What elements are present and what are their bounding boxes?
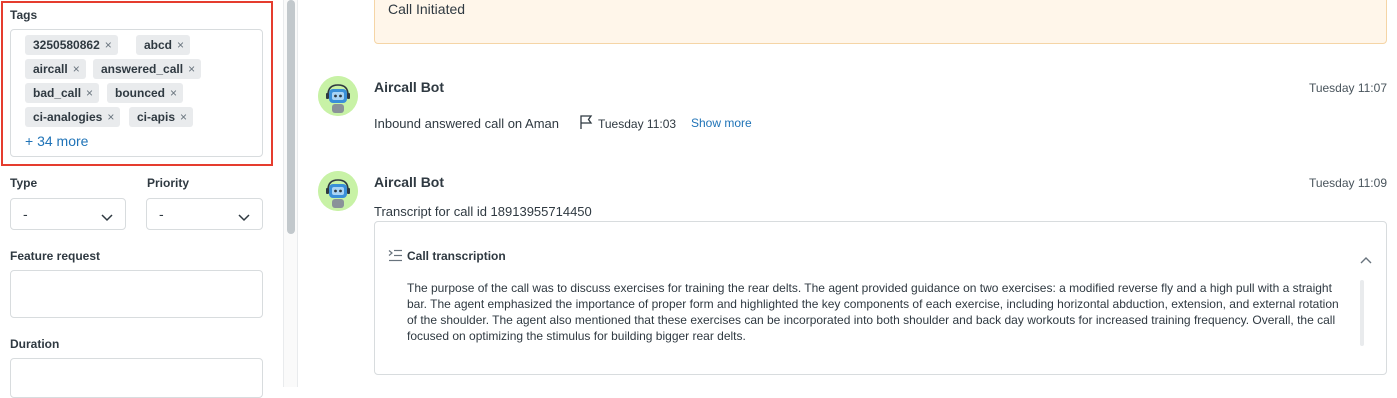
chevron-up-icon[interactable] <box>1360 251 1372 269</box>
close-icon[interactable]: × <box>105 35 112 55</box>
tag-chip: 3250580862 × <box>25 35 118 55</box>
type-select-value: - <box>23 206 28 222</box>
tag-chip: bounced × <box>107 83 184 103</box>
call-initiated-banner: Call Initiated <box>374 0 1387 44</box>
flag-icon <box>579 115 593 135</box>
transcription-card: Call transcription The purpose of the ca… <box>374 221 1387 375</box>
feature-request-field[interactable] <box>10 270 263 318</box>
duration-field[interactable] <box>10 358 263 398</box>
sidebar-scrollbar[interactable] <box>283 0 298 387</box>
chevron-down-icon <box>101 209 113 227</box>
tag-label: bounced <box>115 86 165 100</box>
ticket-fields-panel: Tags 3250580862 × abcd × aircall × answered… <box>0 0 283 398</box>
chevron-down-icon <box>238 209 250 227</box>
tags-label: Tags <box>10 8 38 22</box>
tag-chip: bad_call × <box>25 83 100 103</box>
event-flag-time: Tuesday 11:03 <box>598 117 677 131</box>
event-author: Aircall Bot <box>374 79 445 95</box>
priority-select-value: - <box>159 206 164 222</box>
tag-label: ci-apis <box>137 110 176 124</box>
tag-label: answered_call <box>101 62 184 76</box>
transcription-title: Call transcription <box>407 249 506 263</box>
duration-label: Duration <box>10 337 60 351</box>
type-label: Type <box>10 176 38 190</box>
more-tags-link[interactable]: + 34 more <box>25 133 88 149</box>
close-icon[interactable]: × <box>107 107 114 127</box>
feature-request-label: Feature request <box>10 249 101 263</box>
close-icon[interactable]: × <box>86 83 93 103</box>
priority-select[interactable]: - <box>146 198 263 230</box>
robot-avatar <box>318 171 358 211</box>
tag-chip: ci-analogies × <box>25 107 121 127</box>
tag-label: bad_call <box>33 86 82 100</box>
close-icon[interactable]: × <box>180 107 187 127</box>
event-text: Transcript for call id 18913955714450 <box>374 204 592 219</box>
close-icon[interactable]: × <box>188 59 195 79</box>
transcript-list-icon <box>388 249 403 267</box>
event-timestamp: Tuesday 11:09 <box>1308 176 1387 190</box>
event-timestamp: Tuesday 11:07 <box>1308 81 1387 95</box>
tag-chip: answered_call × <box>93 59 202 79</box>
transcription-body: The purpose of the call was to discuss e… <box>407 281 1339 343</box>
tag-label: abcd <box>144 38 173 52</box>
tag-chip: ci-apis × <box>129 107 194 127</box>
robot-avatar <box>318 76 358 116</box>
priority-label: Priority <box>147 176 190 190</box>
tag-chip: abcd × <box>136 35 191 55</box>
call-initiated-text: Call Initiated <box>388 1 466 17</box>
close-icon[interactable]: × <box>177 35 184 55</box>
tag-chip: aircall × <box>25 59 86 79</box>
close-icon[interactable]: × <box>170 83 177 103</box>
tag-label: aircall <box>33 62 68 76</box>
scrollbar-thumb[interactable] <box>287 0 295 234</box>
event-author: Aircall Bot <box>374 174 445 190</box>
transcription-scrollbar[interactable] <box>1360 280 1364 346</box>
close-icon[interactable]: × <box>73 59 80 79</box>
tag-label: 3250580862 <box>33 38 100 52</box>
tag-label: ci-analogies <box>33 110 103 124</box>
show-more-link[interactable]: Show more <box>691 116 752 130</box>
type-select[interactable]: - <box>10 198 126 230</box>
event-text: Inbound answered call on Aman <box>374 116 560 131</box>
